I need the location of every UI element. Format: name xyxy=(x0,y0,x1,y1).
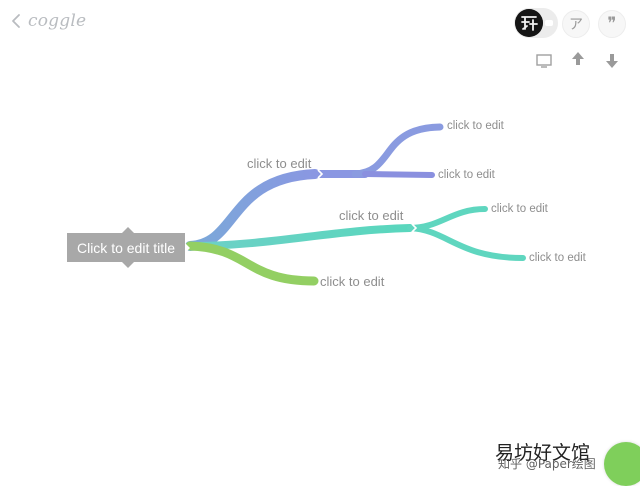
root-node-handle-top[interactable] xyxy=(122,227,134,233)
avatar xyxy=(515,9,543,37)
branch-mid-child-2 xyxy=(407,225,526,261)
comments-button[interactable]: ❞ xyxy=(598,10,626,38)
branch-low xyxy=(185,241,319,286)
node-mid-branch-child-2[interactable]: click to edit xyxy=(529,252,586,264)
app-logo: coggle xyxy=(28,11,87,31)
root-node-arrow xyxy=(185,243,190,253)
node-top-branch-child-1[interactable]: click to edit xyxy=(447,120,504,132)
branch-top xyxy=(185,169,320,251)
root-node-handle-bottom[interactable] xyxy=(122,262,134,268)
node-mid-branch[interactable]: click to edit xyxy=(339,208,403,223)
node-top-branch-child-2[interactable]: click to edit xyxy=(438,169,495,181)
monitor-icon xyxy=(536,54,552,68)
watermark-subtext: 知乎 @Paper绘图 xyxy=(498,457,596,471)
node-low-branch[interactable]: click to edit xyxy=(320,274,384,289)
user-avatar-menu[interactable] xyxy=(514,8,558,38)
chevron-left-icon xyxy=(12,14,20,28)
root-node[interactable]: Click to edit title xyxy=(67,227,190,268)
arrow-up-icon xyxy=(572,52,584,65)
root-node-label: Click to edit title xyxy=(76,239,176,256)
branch-top-child-1 xyxy=(351,123,444,178)
node-top-branch[interactable]: click to edit xyxy=(247,156,311,171)
branch-mid xyxy=(186,224,414,250)
node-mid-branch-child-1[interactable]: click to edit xyxy=(491,203,548,215)
download-button[interactable] xyxy=(598,47,626,75)
add-node-fab[interactable] xyxy=(604,442,640,486)
branch-top-child-2 xyxy=(362,171,435,178)
avatar-image xyxy=(515,9,543,37)
avatar-menu-caret xyxy=(545,20,553,26)
quote-icon: ❞ xyxy=(607,14,617,34)
branch-mid-child-1 xyxy=(407,206,488,231)
collaborators-button[interactable]: ア xyxy=(562,10,590,38)
arrow-down-icon xyxy=(606,54,618,68)
collaborators-icon: ア xyxy=(569,17,583,33)
coggle-canvas[interactable]: coggle ア ❞ Click to edit title click to … xyxy=(0,0,640,486)
share-upload-button[interactable] xyxy=(564,45,592,73)
present-button[interactable] xyxy=(530,47,558,75)
back-button[interactable]: coggle xyxy=(10,8,86,34)
